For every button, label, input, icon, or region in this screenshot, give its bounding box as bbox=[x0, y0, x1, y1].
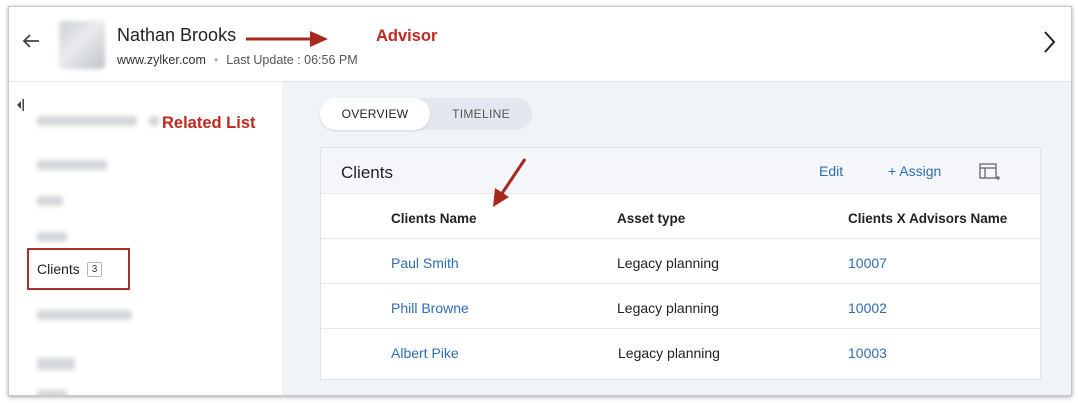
table-header-row: Clients Name Asset type Clients X Adviso… bbox=[321, 194, 1040, 239]
view-tabs: OVERVIEW TIMELINE bbox=[320, 98, 532, 130]
asset-type-cell: Legacy planning bbox=[617, 300, 719, 316]
count-badge: 3 bbox=[86, 261, 103, 277]
sidebar-item-clients[interactable]: Clients 3 bbox=[27, 248, 130, 290]
sidebar-item-blurred[interactable] bbox=[37, 310, 132, 320]
sidebar-item-blurred[interactable] bbox=[37, 196, 63, 206]
sidebar-item-blurred[interactable] bbox=[37, 160, 107, 170]
sidebar-item-blurred[interactable] bbox=[37, 390, 67, 395]
assign-button[interactable]: + Assign bbox=[888, 163, 941, 179]
client-name-link[interactable]: Paul Smith bbox=[391, 255, 459, 271]
client-name-link[interactable]: Albert Pike bbox=[391, 345, 459, 361]
sidebar-section-blurred bbox=[37, 358, 75, 370]
separator-dot: • bbox=[213, 53, 219, 67]
annotation-arrow bbox=[493, 158, 527, 207]
table-add-icon[interactable] bbox=[979, 163, 1000, 181]
avatar bbox=[59, 21, 105, 69]
asset-type-cell: Legacy planning bbox=[617, 255, 719, 271]
edit-button[interactable]: Edit bbox=[819, 163, 843, 179]
table-row: Phill Browne Legacy planning 10002 bbox=[321, 284, 1040, 329]
related-list-annotation: Related List bbox=[162, 114, 256, 132]
record-subline: www.zylker.com • Last Update : 06:56 PM bbox=[117, 53, 358, 67]
arrow-left-icon[interactable] bbox=[21, 31, 45, 55]
record-header: Nathan Brooks www.zylker.com • Last Update… bbox=[9, 7, 1071, 82]
website-text[interactable]: www.zylker.com bbox=[117, 53, 206, 67]
sidebar-item-blurred[interactable] bbox=[37, 232, 67, 242]
sidebar-item-label: Clients bbox=[37, 261, 80, 277]
record-detail-window: Nathan Brooks www.zylker.com • Last Update… bbox=[8, 6, 1072, 396]
advisor-id-link[interactable]: 10007 bbox=[848, 255, 887, 271]
chevron-right-icon[interactable] bbox=[1041, 29, 1061, 57]
column-header[interactable]: Clients X Advisors Name bbox=[848, 211, 1007, 226]
column-header[interactable]: Clients Name bbox=[391, 211, 477, 226]
card-title: Clients bbox=[341, 163, 393, 182]
main-content: OVERVIEW TIMELINE Clients Edit + Assign bbox=[282, 82, 1071, 395]
record-name: Nathan Brooks bbox=[117, 25, 237, 45]
client-name-link[interactable]: Phill Browne bbox=[391, 300, 469, 316]
table-row: Albert Pike Legacy planning 10003 bbox=[321, 329, 1040, 374]
last-update-text: Last Update : 06:56 PM bbox=[226, 53, 358, 67]
collapse-left-icon[interactable] bbox=[15, 98, 25, 115]
advisor-id-link[interactable]: 10002 bbox=[848, 300, 887, 316]
annotation-arrow bbox=[246, 31, 328, 47]
clients-related-list-card: Clients Edit + Assign Clients Name Asset… bbox=[320, 147, 1041, 380]
card-header: Clients Edit + Assign bbox=[321, 148, 1040, 194]
table-row: Paul Smith Legacy planning 10007 bbox=[321, 239, 1040, 284]
tab-overview[interactable]: OVERVIEW bbox=[320, 98, 430, 130]
asset-type-cell: Legacy planning bbox=[618, 345, 720, 361]
advisor-id-link[interactable]: 10003 bbox=[848, 345, 887, 361]
tab-timeline[interactable]: TIMELINE bbox=[430, 98, 532, 130]
advisor-annotation: Advisor bbox=[376, 27, 438, 45]
sidebar-item-blurred-count bbox=[149, 116, 159, 126]
column-header[interactable]: Asset type bbox=[617, 211, 685, 226]
sidebar-item-blurred[interactable] bbox=[37, 116, 137, 126]
